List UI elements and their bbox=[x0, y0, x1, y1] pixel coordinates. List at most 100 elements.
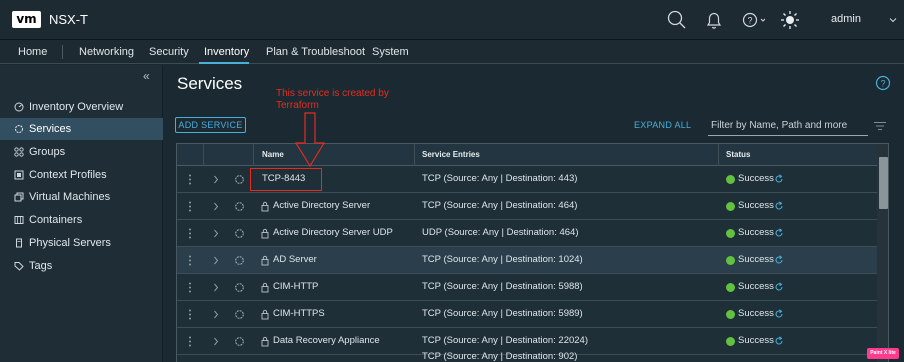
expand-row-chevron-icon[interactable] bbox=[213, 229, 219, 238]
chevron-down-icon[interactable] bbox=[888, 15, 898, 25]
services-icon bbox=[14, 124, 24, 134]
help-menu-icon[interactable]: ? bbox=[740, 9, 770, 31]
column-divider bbox=[203, 144, 204, 166]
column-header-status[interactable]: Status bbox=[726, 150, 750, 159]
sidebar-item-virtual-machines[interactable]: Virtual Machines bbox=[0, 186, 163, 208]
expand-row-chevron-icon[interactable] bbox=[213, 175, 219, 184]
service-type-icon bbox=[234, 174, 245, 185]
service-entry: TCP (Source: Any | Destination: 902) bbox=[422, 351, 578, 362]
expand-row-chevron-icon[interactable] bbox=[213, 283, 219, 292]
lock-icon bbox=[261, 228, 269, 239]
user-menu[interactable]: admin bbox=[831, 13, 861, 25]
filter-input[interactable] bbox=[708, 116, 868, 136]
refresh-status-icon[interactable] bbox=[774, 282, 784, 292]
service-entry: TCP (Source: Any | Destination: 5989) bbox=[422, 308, 583, 319]
nav-inventory[interactable]: Inventory bbox=[204, 46, 249, 58]
table-row[interactable]: TCP-8443 TCP (Source: Any | Destination: … bbox=[177, 166, 877, 193]
filter-icon[interactable] bbox=[874, 121, 886, 131]
service-name[interactable]: Active Directory Server bbox=[273, 200, 370, 211]
annotation-highlight-box bbox=[250, 168, 322, 191]
refresh-status-icon[interactable] bbox=[774, 174, 784, 184]
status-text: Success bbox=[738, 227, 774, 238]
context-profiles-icon bbox=[14, 170, 24, 180]
refresh-status-icon[interactable] bbox=[774, 309, 784, 319]
service-entry: TCP (Source: Any | Destination: 443) bbox=[422, 173, 578, 184]
table-row[interactable]: Active Directory Server TCP (Source: Any … bbox=[177, 193, 877, 220]
sidebar-item-label: Services bbox=[29, 123, 72, 135]
annotation-arrow bbox=[294, 112, 326, 168]
column-divider bbox=[414, 144, 415, 166]
expand-row-chevron-icon[interactable] bbox=[213, 310, 219, 319]
sidebar-item-physical-servers[interactable]: Physical Servers bbox=[0, 232, 163, 254]
search-icon[interactable] bbox=[666, 9, 688, 31]
nav-networking[interactable]: Networking bbox=[79, 46, 134, 58]
notifications-bell-icon[interactable] bbox=[703, 9, 725, 31]
sidebar-item-groups[interactable]: Groups bbox=[0, 141, 163, 163]
svg-text:?: ? bbox=[747, 16, 752, 26]
row-actions-menu-icon[interactable] bbox=[188, 282, 192, 293]
lock-icon bbox=[261, 282, 269, 293]
sidebar-item-label: Tags bbox=[29, 260, 53, 272]
scrollbar-thumb[interactable] bbox=[879, 157, 888, 209]
service-type-icon bbox=[234, 336, 245, 347]
main-navigation: Home Networking Security Inventory Plan … bbox=[0, 40, 904, 64]
service-type-icon bbox=[234, 255, 245, 266]
page-title: Services bbox=[177, 74, 243, 93]
lock-icon bbox=[261, 336, 269, 347]
nav-security[interactable]: Security bbox=[149, 46, 189, 58]
column-divider bbox=[253, 144, 254, 166]
row-actions-menu-icon[interactable] bbox=[188, 255, 192, 266]
sidebar-item-containers[interactable]: Containers bbox=[0, 209, 163, 231]
service-name[interactable]: Active Directory Server UDP bbox=[273, 227, 393, 238]
service-name[interactable]: CIM-HTTP bbox=[273, 281, 318, 292]
containers-icon bbox=[14, 215, 24, 225]
status-success-dot bbox=[726, 256, 735, 265]
service-name[interactable]: AD Server bbox=[273, 254, 317, 265]
lock-icon bbox=[261, 255, 269, 266]
status-success-dot bbox=[726, 175, 735, 184]
sidebar-item-services[interactable]: Services bbox=[0, 118, 163, 140]
table-row[interactable]: CIM-HTTP TCP (Source: Any | Destination: … bbox=[177, 274, 877, 301]
status-success-dot bbox=[726, 337, 735, 346]
refresh-status-icon[interactable] bbox=[774, 255, 784, 265]
column-header-service-entries[interactable]: Service Entries bbox=[422, 150, 480, 159]
expand-row-chevron-icon[interactable] bbox=[213, 202, 219, 211]
nav-home[interactable]: Home bbox=[18, 46, 47, 58]
collapse-sidebar-icon[interactable]: « bbox=[143, 69, 150, 83]
dashboard-icon bbox=[14, 102, 24, 112]
column-header-name[interactable]: Name bbox=[262, 150, 284, 159]
status-text: Success bbox=[738, 308, 774, 319]
row-actions-menu-icon[interactable] bbox=[188, 201, 192, 212]
table-scrollbar[interactable] bbox=[877, 144, 888, 362]
refresh-status-icon[interactable] bbox=[774, 228, 784, 238]
row-actions-menu-icon[interactable] bbox=[188, 228, 192, 239]
status-success-dot bbox=[726, 310, 735, 319]
sidebar-item-context-profiles[interactable]: Context Profiles bbox=[0, 164, 163, 186]
refresh-status-icon[interactable] bbox=[774, 336, 784, 346]
theme-sun-icon[interactable] bbox=[779, 9, 801, 31]
expand-all-button[interactable]: EXPAND ALL bbox=[634, 120, 691, 130]
add-service-button[interactable]: ADD SERVICE bbox=[175, 117, 246, 133]
annotation-note: This service is created by Terraform bbox=[276, 88, 389, 111]
sidebar-item-label: Virtual Machines bbox=[29, 191, 111, 203]
service-name[interactable]: Data Recovery Appliance bbox=[273, 335, 380, 346]
table-row[interactable]: Data Recovery Appliance TCP (Source: Any … bbox=[177, 328, 877, 362]
service-name[interactable]: CIM-HTTPS bbox=[273, 308, 325, 319]
sidebar-item-label: Containers bbox=[29, 214, 83, 226]
refresh-status-icon[interactable] bbox=[774, 201, 784, 211]
tag-icon bbox=[14, 261, 24, 271]
table-row[interactable]: AD Server TCP (Source: Any | Destination:… bbox=[177, 247, 877, 274]
expand-row-chevron-icon[interactable] bbox=[213, 337, 219, 346]
row-actions-menu-icon[interactable] bbox=[188, 336, 192, 347]
table-row[interactable]: Active Directory Server UDP UDP (Source: … bbox=[177, 220, 877, 247]
sidebar-item-tags[interactable]: Tags bbox=[0, 255, 163, 277]
row-actions-menu-icon[interactable] bbox=[188, 174, 192, 185]
table-row[interactable]: CIM-HTTPS TCP (Source: Any | Destination:… bbox=[177, 301, 877, 328]
help-icon[interactable]: ? bbox=[875, 75, 891, 91]
row-actions-menu-icon[interactable] bbox=[188, 309, 192, 320]
sidebar-item-label: Physical Servers bbox=[29, 237, 111, 249]
sidebar-item-inventory-overview[interactable]: Inventory Overview bbox=[0, 96, 163, 118]
nav-system[interactable]: System bbox=[372, 46, 409, 58]
expand-row-chevron-icon[interactable] bbox=[213, 256, 219, 265]
nav-plan-troubleshoot[interactable]: Plan & Troubleshoot bbox=[266, 46, 365, 58]
